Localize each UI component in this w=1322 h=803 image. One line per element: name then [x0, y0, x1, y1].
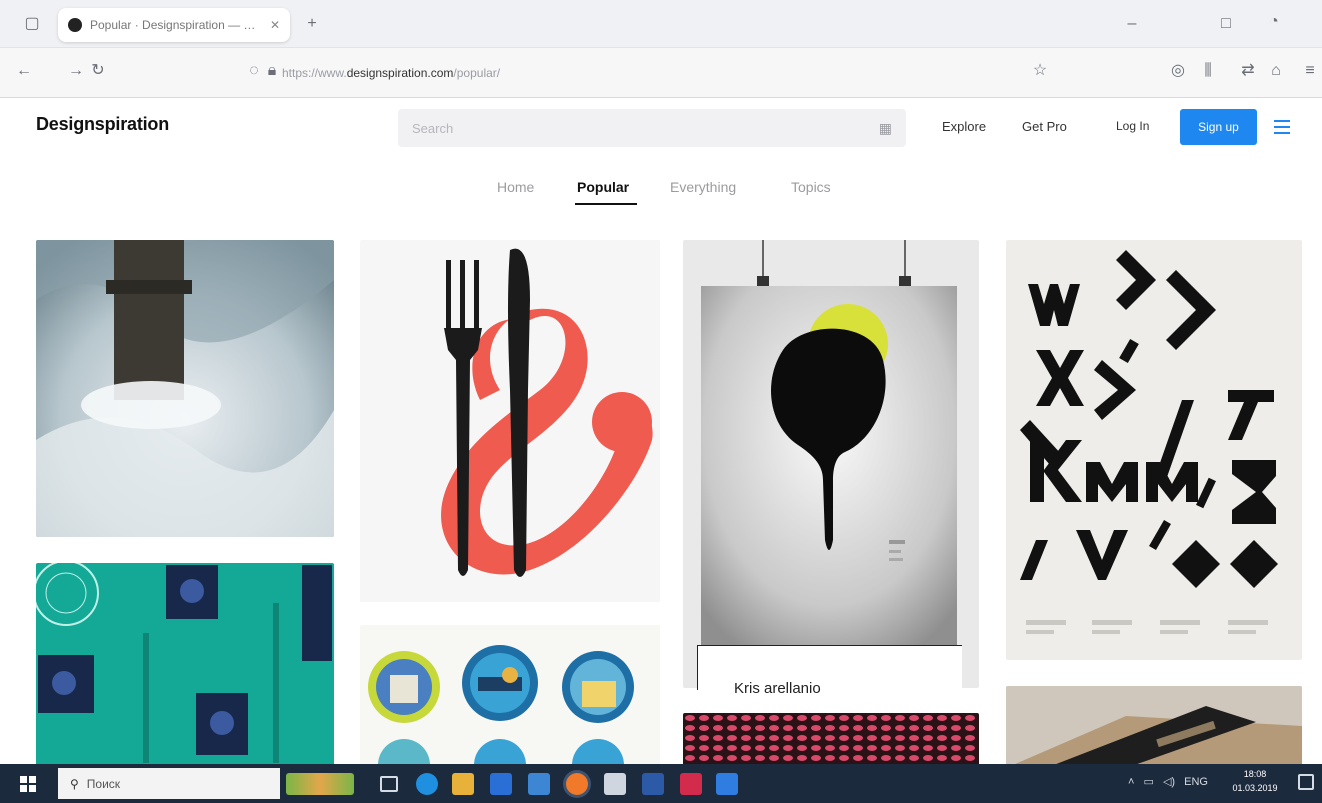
- edge-icon[interactable]: [416, 773, 438, 795]
- url-domain: designspiration.com: [346, 66, 454, 80]
- pin-lighthouse-waves[interactable]: [36, 240, 334, 537]
- network-icon[interactable]: ▭: [1144, 776, 1154, 788]
- pin-geometric-type-poster[interactable]: [1006, 240, 1302, 660]
- url-path: /popular/: [453, 66, 501, 80]
- tab-popular[interactable]: Popular: [577, 179, 629, 195]
- mail-icon[interactable]: [528, 773, 550, 795]
- color-palette-icon[interactable]: ▦: [879, 120, 892, 137]
- word-icon[interactable]: [716, 773, 738, 795]
- search-placeholder: Search: [412, 120, 454, 136]
- url-field[interactable]: https://www. designspiration.com /popula…: [282, 56, 1022, 90]
- library-icon[interactable]: ⫼: [1198, 61, 1218, 81]
- geometric-letters-image: [1020, 250, 1278, 634]
- pin-dripping-poster[interactable]: [683, 240, 979, 688]
- clock-date: 01.03.2019: [1232, 783, 1278, 793]
- reload-icon[interactable]: ↻: [88, 61, 108, 81]
- maximize-icon[interactable]: □: [1216, 14, 1236, 34]
- pin-travel-badges[interactable]: [360, 625, 660, 768]
- taskbar-clock[interactable]: 18:08 01.03.2019: [1232, 767, 1278, 795]
- nav-explore-link[interactable]: Explore: [942, 119, 986, 134]
- reader-icon[interactable]: ◎: [1168, 61, 1188, 81]
- notifications-icon[interactable]: [1298, 774, 1314, 790]
- teal-poster-image: [36, 563, 332, 763]
- clock-time: 18:08: [1243, 769, 1267, 779]
- red-mesh-image: [683, 713, 979, 768]
- forward-icon[interactable]: →: [66, 61, 86, 81]
- store-icon[interactable]: [490, 773, 512, 795]
- travel-badges-image: [368, 645, 634, 768]
- input-language[interactable]: ENG: [1184, 776, 1208, 788]
- new-tab-icon[interactable]: +: [302, 14, 322, 34]
- url-prefix: https://www.: [282, 66, 347, 80]
- chevron-up-icon[interactable]: ˄: [1128, 776, 1134, 788]
- tab-title: Popular · Designspiration — …: [90, 18, 256, 32]
- browser-tab[interactable]: Popular · Designspiration — … ✕: [58, 8, 290, 42]
- task-view-icon[interactable]: [380, 776, 398, 792]
- taskbar-search-placeholder: Поиск: [86, 776, 121, 791]
- nav-login-link[interactable]: Log In: [1116, 119, 1149, 133]
- home-icon[interactable]: ⌂: [1266, 61, 1286, 81]
- pin-red-mesh[interactable]: [683, 713, 979, 768]
- dripping-poster-image: [701, 240, 957, 646]
- search-icon: ⚲: [70, 776, 79, 791]
- pin-brown-product[interactable]: [1006, 686, 1302, 768]
- lighthouse-image: [36, 240, 334, 537]
- document-icon[interactable]: [604, 773, 626, 795]
- address-bar-row: ← → ↻ ◌ 🔒︎ https://www. designspiration.…: [0, 48, 1322, 98]
- site-search-input[interactable]: Search ▦: [398, 109, 906, 147]
- taskbar-search-input[interactable]: ⚲ Поиск: [58, 768, 280, 799]
- tab-home[interactable]: Home: [497, 179, 534, 195]
- nav-get-pro-link[interactable]: Get Pro: [1022, 119, 1067, 134]
- lock-icon[interactable]: 🔒︎: [262, 61, 282, 81]
- city-widget-icon[interactable]: [286, 773, 354, 795]
- hamburger-menu-icon[interactable]: [1266, 112, 1298, 142]
- menu-icon[interactable]: ≡: [1300, 61, 1320, 81]
- site-favicon-icon: [68, 18, 82, 32]
- file-explorer-icon[interactable]: [452, 773, 474, 795]
- windows-start-icon[interactable]: [20, 776, 36, 792]
- sync-icon[interactable]: ⇄: [1238, 61, 1258, 81]
- site-logo[interactable]: Designspiration: [36, 114, 169, 135]
- shield-icon[interactable]: ◌: [244, 61, 264, 81]
- product-photo-image: [1006, 686, 1302, 768]
- pin-author-name[interactable]: Kris arellanio: [734, 680, 821, 697]
- signup-button[interactable]: Sign up: [1180, 109, 1257, 145]
- close-tab-icon[interactable]: ✕: [270, 18, 280, 32]
- volume-icon[interactable]: ◁): [1163, 776, 1175, 788]
- profile-icon[interactable]: ◔: [1264, 12, 1284, 32]
- bookmark-star-icon[interactable]: ☆: [1030, 61, 1050, 81]
- back-icon[interactable]: ←: [14, 61, 34, 81]
- photoshop-icon[interactable]: [642, 773, 664, 795]
- tab-topics[interactable]: Topics: [791, 179, 831, 195]
- ampersand-fork-knife-image: [441, 248, 653, 578]
- pin-teal-poster[interactable]: [36, 563, 334, 768]
- tab-everything[interactable]: Everything: [670, 179, 736, 195]
- app-red-icon[interactable]: [680, 773, 702, 795]
- tab-overview-icon[interactable]: ▢: [22, 14, 42, 34]
- pin-ampersand-cutlery[interactable]: [360, 240, 660, 602]
- active-tab-underline: [575, 203, 637, 205]
- firefox-icon[interactable]: [566, 773, 588, 795]
- minimize-icon[interactable]: –: [1122, 14, 1142, 34]
- browser-tab-bar: ▢ Popular · Designspiration — … ✕ + – □ …: [0, 0, 1322, 48]
- system-tray[interactable]: ˄ ▭ ◁) ENG: [1128, 775, 1208, 788]
